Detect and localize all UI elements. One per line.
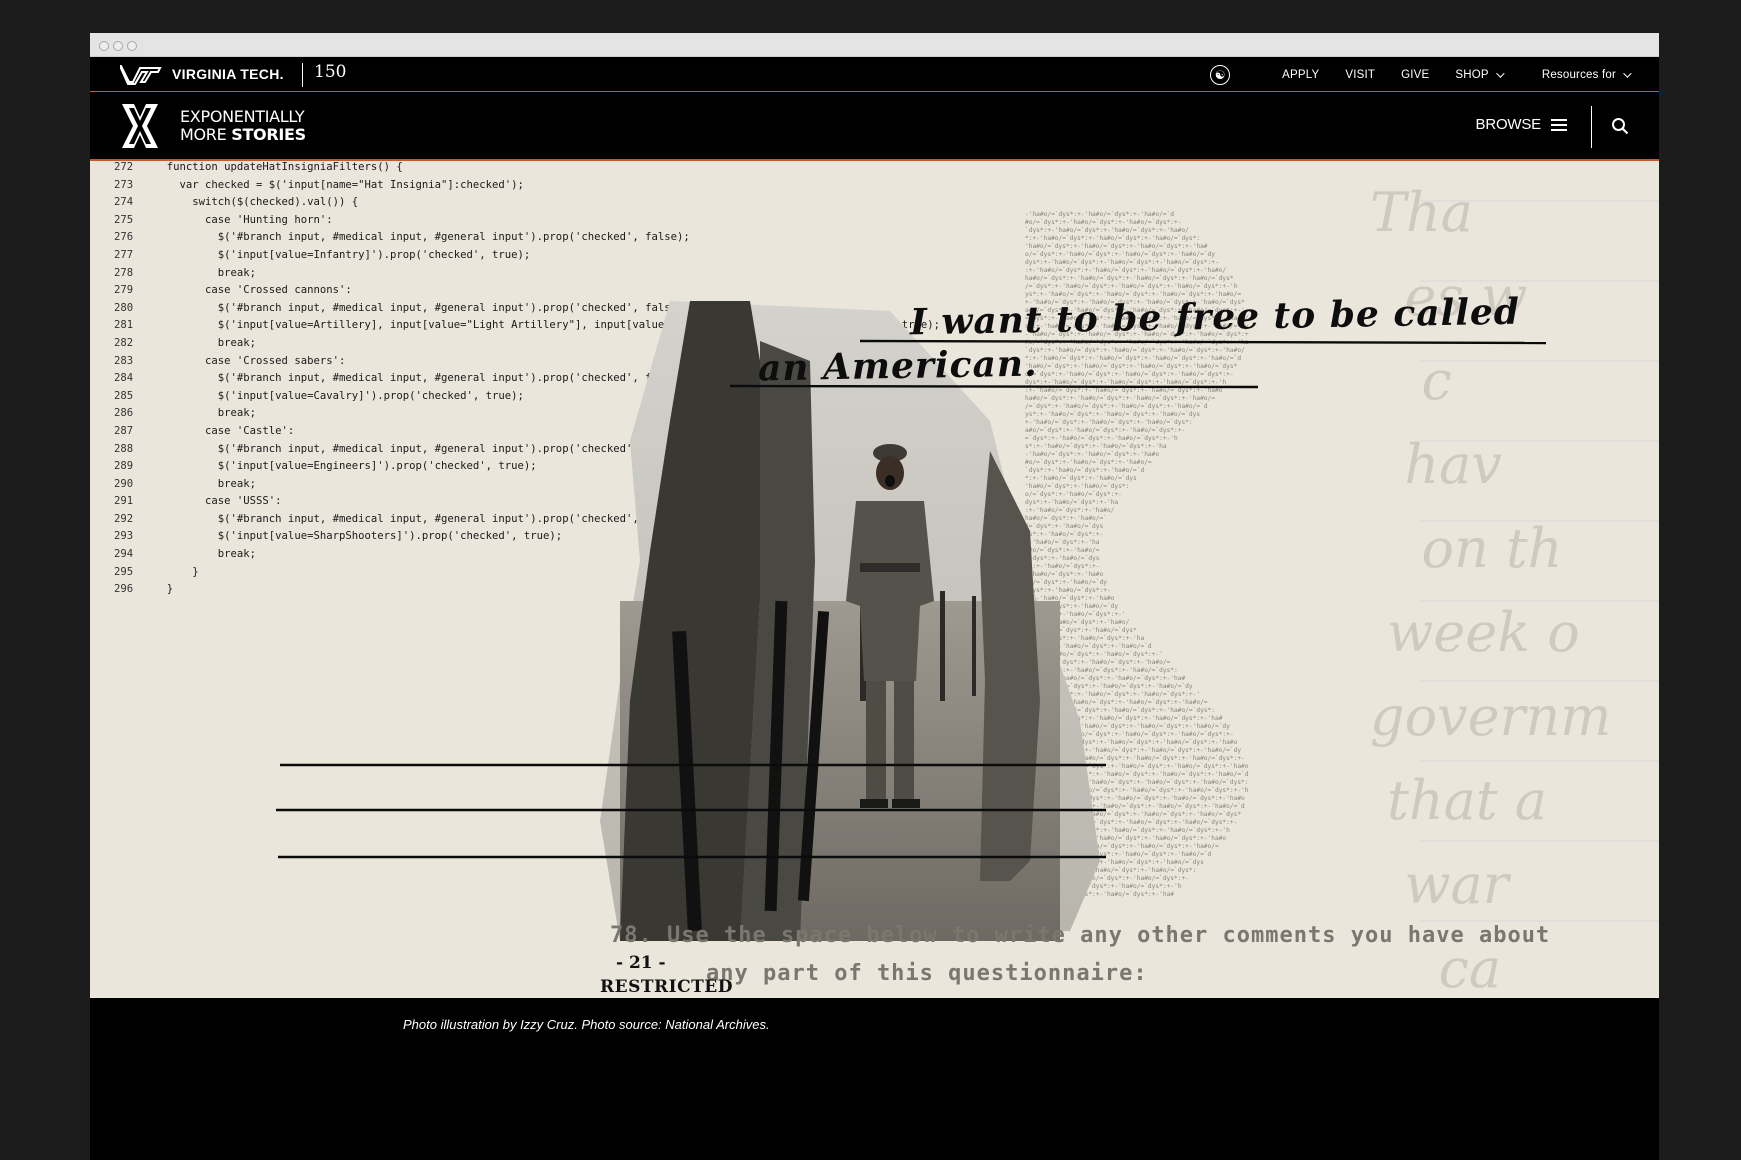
shop-label: SHOP xyxy=(1455,68,1489,81)
x-logo[interactable] xyxy=(120,103,160,149)
brand-divider xyxy=(302,63,303,87)
accessibility-icon[interactable]: ☯ xyxy=(1210,64,1231,85)
window-minimize-dot[interactable] xyxy=(113,41,123,51)
utility-nav: ☯ APPLY VISIT GIVE SHOP Resources for xyxy=(1210,57,1632,92)
vt-logo[interactable] xyxy=(120,63,162,85)
anniversary-logo: 150 xyxy=(314,62,347,82)
brand-line-2b: STORIES xyxy=(231,125,306,144)
visit-label: VISIT xyxy=(1345,68,1376,81)
questionnaire-item-78-cont: any part of this questionnaire: xyxy=(706,961,1148,986)
chevron-down-icon xyxy=(1495,68,1505,78)
utility-bar: VIRGINIA TECH. 150 ☯ APPLY VISIT GIVE SH… xyxy=(90,57,1659,92)
vt-wordmark[interactable]: VIRGINIA TECH. xyxy=(172,66,284,82)
browse-label: BROWSE xyxy=(1475,116,1542,133)
shop-dropdown[interactable]: SHOP xyxy=(1455,68,1505,81)
window-close-dot[interactable] xyxy=(99,41,109,51)
menu-icon xyxy=(1551,118,1567,131)
chevron-down-icon xyxy=(1623,68,1632,78)
brand-line-2a: MORE xyxy=(180,125,232,144)
site-header: EXPONENTIALLY MORE STORIES BROWSE xyxy=(90,92,1659,161)
apply-link[interactable]: APPLY xyxy=(1282,69,1319,81)
resources-dropdown[interactable]: Resources for xyxy=(1541,68,1632,81)
brand-title[interactable]: EXPONENTIALLY MORE STORIES xyxy=(180,108,306,144)
visit-link[interactable]: VISIT xyxy=(1345,69,1375,81)
photo-caption: Photo illustration by Izzy Cruz. Photo s… xyxy=(403,1017,770,1032)
hero-illustration: Tha es w c hav on th week o governm that… xyxy=(90,161,1659,998)
give-label: GIVE xyxy=(1401,68,1430,81)
browser-chrome xyxy=(90,33,1659,57)
questionnaire-item-78: 78. Use the space below to write any oth… xyxy=(610,923,1551,948)
resources-label: Resources for xyxy=(1541,68,1616,81)
apply-label: APPLY xyxy=(1282,68,1320,81)
browser-window: VIRGINIA TECH. 150 ☯ APPLY VISIT GIVE SH… xyxy=(90,33,1659,1160)
redaction-lines xyxy=(276,339,1547,859)
browse-menu-button[interactable]: BROWSE xyxy=(1476,116,1567,133)
restricted-stamp: RESTRICTED xyxy=(600,977,733,997)
page-number: - 21 - xyxy=(616,953,666,973)
handwritten-quote-line-2: an American. xyxy=(757,342,1038,390)
window-maximize-dot[interactable] xyxy=(127,41,137,51)
header-divider xyxy=(1590,106,1592,148)
give-link[interactable]: GIVE xyxy=(1401,69,1429,81)
brand-line-1: EXPONENTIALLY xyxy=(180,107,305,126)
search-icon[interactable] xyxy=(1611,117,1629,135)
